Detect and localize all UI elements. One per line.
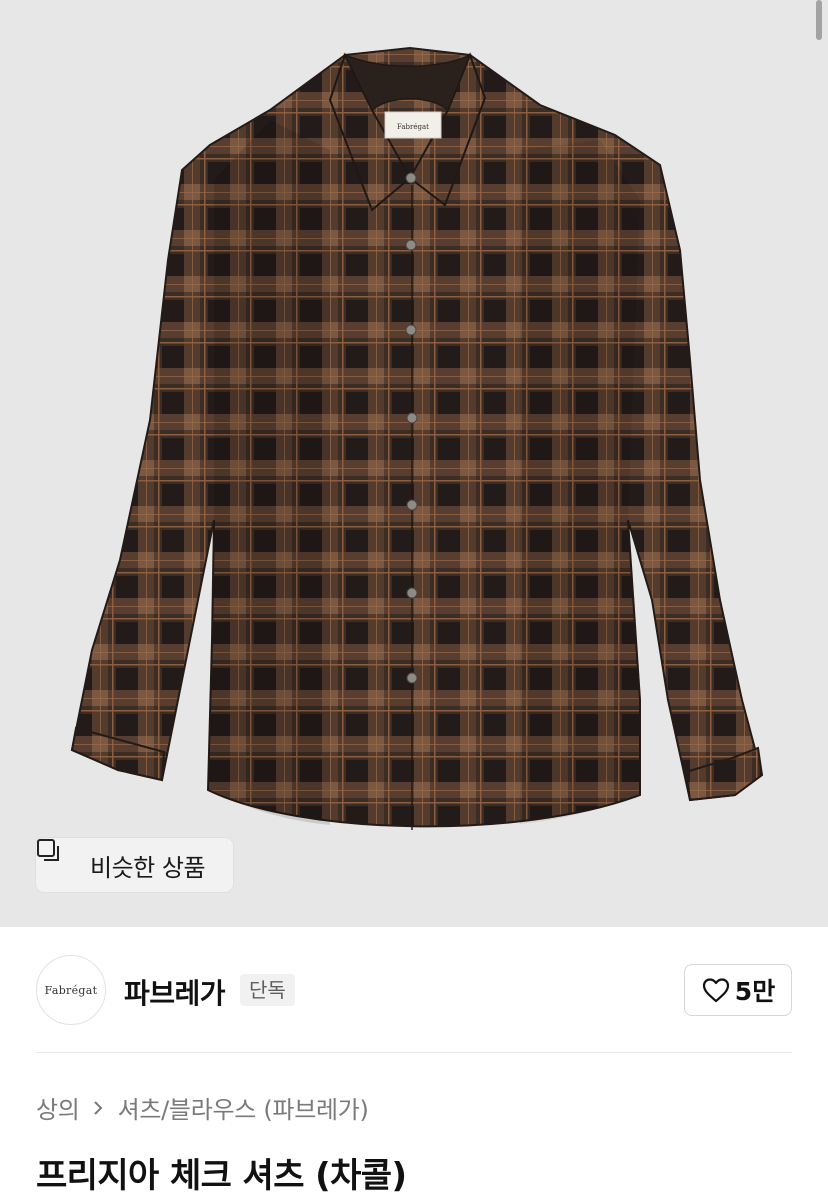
stacked-squares-icon (37, 839, 82, 880)
chevron-right-icon (92, 1099, 106, 1117)
breadcrumb: 상의 셔츠/블라우스 (파브레가) (36, 1090, 369, 1125)
neck-label-text: Fabrégat (397, 123, 429, 131)
heart-outline-icon (701, 975, 731, 1005)
similar-products-button[interactable]: 비슷한 상품 (36, 838, 233, 892)
like-button[interactable]: 5만 (684, 964, 792, 1016)
shirt-illustration: Fabrégat (70, 46, 764, 830)
scroll-indicator[interactable] (816, 0, 822, 40)
divider (36, 1052, 792, 1053)
like-count: 5만 (734, 977, 776, 1006)
exclusive-badge: 단독 (240, 974, 295, 1006)
brand-row: Fabrégat 파브레가 단독 5만 (36, 952, 792, 1028)
brand-logo-text: Fabrégat (44, 983, 98, 997)
product-image[interactable]: Fabrégat 비슷한 상품 (0, 0, 828, 927)
product-title: 프리지아 체크 셔츠 (차콜) (36, 1156, 407, 1196)
breadcrumb-subcategory[interactable]: 셔츠/블라우스 (파브레가) (118, 1090, 369, 1125)
brand-logo[interactable]: Fabrégat (36, 955, 106, 1025)
product-page: Fabrégat 비슷한 상품 Fabrégat 파브레가 단독 5만 상의 셔… (0, 0, 828, 1200)
similar-products-label: 비슷한 상품 (90, 853, 206, 882)
brand-name[interactable]: 파브레가 (124, 972, 226, 1012)
breadcrumb-category[interactable]: 상의 (36, 1090, 80, 1125)
